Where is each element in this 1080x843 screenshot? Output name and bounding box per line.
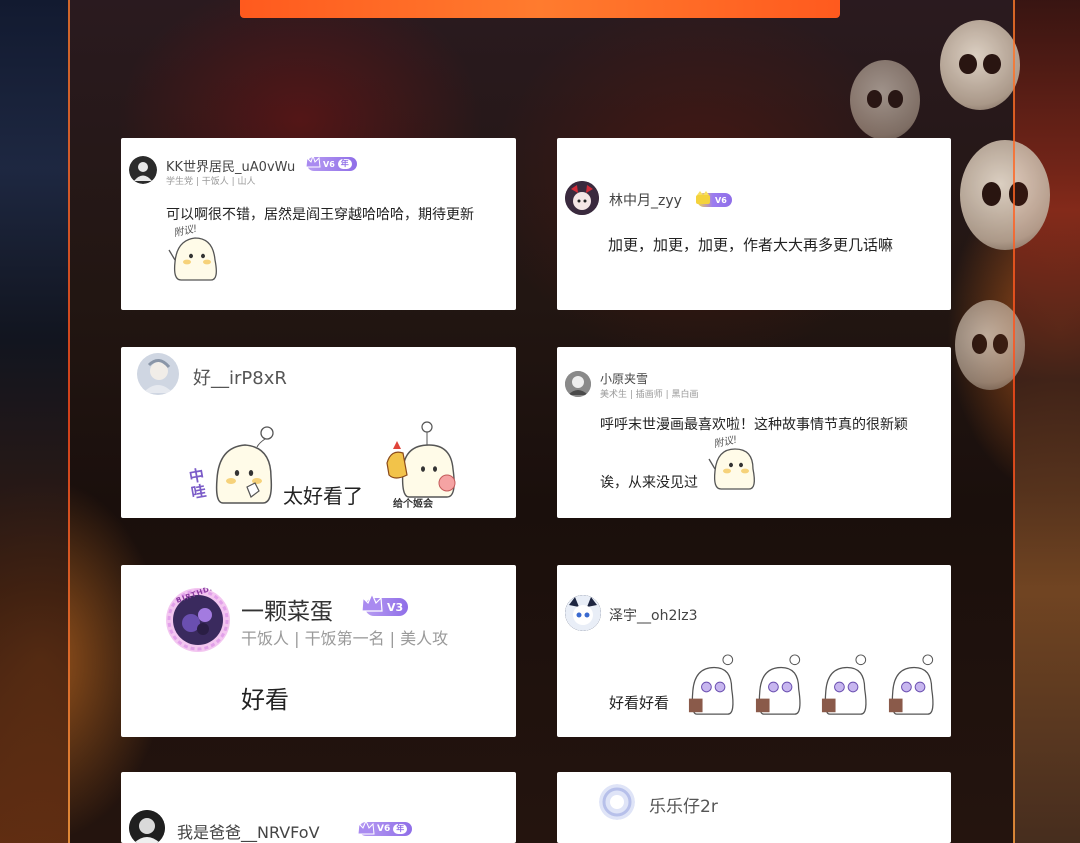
vip-badge: V6 年 [305,154,357,171]
vip-badge: V6 年 [357,819,413,836]
comment-card: 林中月_zyy V6 加更，加更，加更，作者大大再多更几话嘛 [557,138,951,310]
comment-text: 诶，从来没见过 [600,475,698,491]
user-avatar-icon [129,810,165,843]
background-left-art [0,0,70,843]
avatar[interactable] [565,595,601,631]
crying-ghost-sticker-icon [755,654,801,715]
avatar[interactable]: BIRTHDAY [165,587,231,653]
frame-line-left [68,0,70,843]
comment-text: 好看 [241,686,289,714]
username[interactable]: 乐乐仔2r [649,792,718,817]
vip-badge: V6 [696,191,732,207]
user-tags: 干饭人 | 干饭第一名 | 美人攻 [241,629,449,648]
username[interactable]: 小原夹雪 [600,370,648,387]
comment-card: KK世界居民_uA0vWu V6 年 学生党 | 干饭人 | 山人 可以啊很不错，… [121,138,516,310]
comment-card: 好__irP8xR 中 哇 太好看了 给个姬会 [121,347,516,518]
vip-level: V6 [377,824,391,834]
crown-icon [357,819,375,835]
username[interactable]: 一颗菜蛋 [241,592,333,626]
frame-line-right [1013,0,1015,843]
sticker-caption: 给个姬会 [393,499,433,510]
default-avatar-icon [129,156,157,184]
comment-text: 太好看了 [283,484,363,508]
user-avatar-icon [565,371,591,397]
crown-icon [305,154,321,168]
username[interactable]: 林中月_zyy [609,190,682,210]
avatar[interactable] [565,371,591,397]
wow-sticker: 中 哇 [188,421,279,507]
crying-ghost-sticker-icon [888,654,934,715]
comment-text: 好看好看 [609,694,670,712]
comment-card: 小原夹雪 美术生 | 插画师 | 黑白画 呼呼末世漫画最喜欢啦！这种故事情节真的… [557,347,951,518]
comment-card: 乐乐仔2r [557,772,951,843]
comment-card: BIRTHDAY 一颗菜蛋 V3 干饭人 | 干饭第一名 | 美人攻 好看 [121,565,516,737]
avatar[interactable] [565,181,599,215]
skull-decoration [850,60,920,140]
skull-decoration [940,20,1020,110]
avatar[interactable] [129,810,165,843]
username[interactable]: KK世界居民_uA0vWu [166,156,295,175]
crown-icon [696,191,710,204]
gift-sticker: 给个姬会 [385,419,465,511]
comment-card: 我是爸爸__NRVFoV V6 年 [121,772,516,843]
default-avatar-icon [599,784,635,820]
vip-level: V3 [387,600,404,614]
user-avatar-icon [565,181,599,215]
vip-level: V6 [715,195,727,205]
comment-text: 呼呼末世漫画最喜欢啦！这种故事情节真的很新颖 [600,417,908,433]
crying-ghost-sticker-icon [821,654,867,715]
vip-year-tag: 年 [337,159,352,169]
crown-icon [361,592,383,612]
skull-decoration [960,140,1050,250]
comment-card: 泽宇__oh2lz3 好看好看 [557,565,951,737]
comment-text: 加更，加更，加更，作者大大再多更几话嘛 [608,236,894,254]
vip-level: V6 [323,159,335,169]
avatar[interactable] [137,353,179,395]
username[interactable]: 我是爸爸__NRVFoV [177,819,320,843]
username[interactable]: 泽宇__oh2lz3 [609,605,698,625]
vip-badge: V3 [361,592,409,616]
username[interactable]: 好__irP8xR [193,364,287,390]
avatar[interactable] [129,156,157,184]
agree-sticker: 附议! [167,222,227,284]
user-tags: 美术生 | 插画师 | 黑白画 [600,390,699,400]
avatar[interactable] [599,784,635,820]
background-right-art [1014,0,1080,843]
header-banner [240,0,840,18]
comment-text: 可以啊很不错，居然是阎王穿越哈哈哈，期待更新 [166,207,474,223]
user-avatar-icon [565,595,601,631]
user-avatar-icon [137,353,179,395]
sticker-row [687,651,937,721]
crying-ghost-sticker-icon [688,654,734,715]
user-tags: 学生党 | 干饭人 | 山人 [166,177,256,187]
agree-sticker: 附议! [707,433,765,493]
vip-year-tag: 年 [393,824,408,834]
